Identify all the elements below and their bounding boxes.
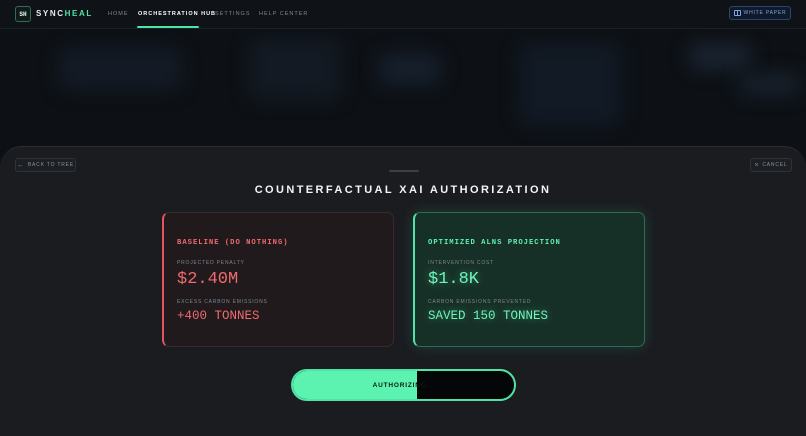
excess-carbon-value: +400 TONNES — [177, 309, 260, 323]
white-paper-button[interactable]: WHITE PAPER — [729, 6, 791, 20]
authorize-label: AUTHORIZING... — [372, 381, 435, 389]
top-nav: SH SYNCHEAL HOME ORCHESTRATION HUB SETTI… — [0, 0, 806, 29]
authorization-modal: ← BACK TO TREE × CANCEL COUNTERFACTUAL X… — [0, 146, 806, 436]
cancel-button[interactable]: × CANCEL — [750, 158, 792, 172]
active-tab-indicator — [137, 26, 199, 28]
projected-penalty-value: $2.40M — [177, 270, 239, 289]
optimized-title: OPTIMIZED ALNS PROJECTION — [428, 239, 561, 247]
modal-title: COUNTERFACTUAL XAI AUTHORIZATION — [254, 184, 552, 196]
logo-mark[interactable]: SH — [15, 6, 31, 22]
brand-part-sync: SYNC — [36, 9, 65, 18]
nav-settings[interactable]: SETTINGS — [215, 11, 251, 17]
intervention-cost-value: $1.8K — [428, 270, 480, 289]
intervention-cost-label: INTERVENTION COST — [428, 260, 495, 266]
arrow-left-icon: ← — [17, 161, 25, 169]
nav-home[interactable]: HOME — [108, 11, 129, 17]
baseline-title: BASELINE (DO NOTHING) — [177, 239, 289, 247]
baseline-card: BASELINE (DO NOTHING) PROJECTED PENALTY … — [162, 212, 394, 347]
authorize-button[interactable]: AUTHORIZING... — [291, 369, 516, 401]
brand-part-heal: HEAL — [64, 9, 93, 18]
cancel-label: CANCEL — [762, 162, 788, 168]
optimized-card: OPTIMIZED ALNS PROJECTION INTERVENTION C… — [413, 212, 645, 347]
projected-penalty-label: PROJECTED PENALTY — [177, 260, 245, 266]
blurred-background — [0, 29, 806, 159]
nav-help-center[interactable]: HELP CENTER — [259, 11, 308, 17]
nav-orchestration-hub[interactable]: ORCHESTRATION HUB — [138, 11, 216, 17]
drag-handle[interactable] — [389, 170, 419, 172]
back-to-tree-label: BACK TO TREE — [27, 162, 74, 168]
close-icon: × — [754, 161, 760, 169]
brand-name[interactable]: SYNCHEAL — [36, 9, 93, 18]
white-paper-label: WHITE PAPER — [743, 10, 787, 16]
back-to-tree-button[interactable]: ← BACK TO TREE — [15, 158, 76, 172]
carbon-prevented-value: SAVED 150 TONNES — [428, 309, 549, 323]
book-icon — [733, 10, 741, 16]
excess-carbon-label: EXCESS CARBON EMISSIONS — [177, 299, 268, 305]
carbon-prevented-label: CARBON EMISSIONS PREVENTED — [428, 299, 532, 305]
